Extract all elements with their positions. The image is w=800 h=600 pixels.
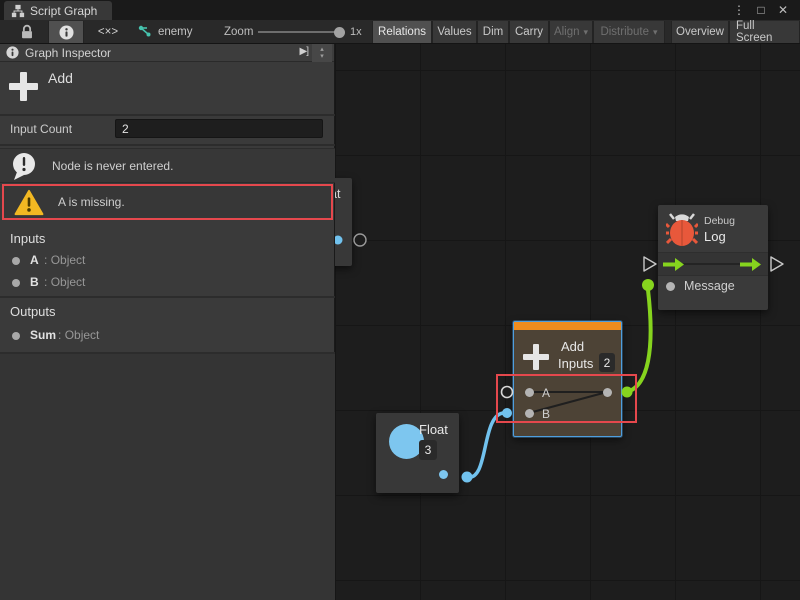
port-type: : Object [44, 275, 85, 289]
inspector-input-row: A : Object [0, 253, 335, 269]
outputs-section-title: Outputs [10, 304, 56, 319]
port-name: Sum [30, 328, 56, 342]
graph-name: enemy [158, 26, 193, 38]
info-icon [6, 46, 19, 59]
partial-node-port-marker[interactable] [335, 236, 343, 245]
graph-breadcrumb[interactable]: enemy [138, 25, 193, 39]
zoom-slider-track[interactable] [258, 31, 342, 33]
lock-button[interactable] [12, 21, 42, 43]
window-close-button[interactable]: ✕ [774, 0, 792, 20]
port-name: A [30, 253, 39, 267]
port-dot [12, 257, 20, 265]
graph-toolbar: <×> enemy Zoom 1x Relations Values Dim C… [0, 20, 800, 44]
tab-title: Script Graph [30, 4, 97, 18]
warning-message-text: A is missing. [58, 195, 125, 209]
overview-button[interactable]: Overview [671, 21, 729, 43]
unity-script-graph-window: Script Graph ⋮ □ ✕ <×> [0, 0, 800, 600]
align-dropdown[interactable]: Align▾ [549, 21, 593, 43]
inspector-output-row: Sum : Object [0, 328, 335, 344]
inspector-empty-area [0, 354, 335, 600]
port-type: : Object [44, 253, 85, 267]
zoom-value: 1x [350, 26, 362, 38]
relations-toggle[interactable]: Relations [372, 21, 432, 43]
debug-flow-in-triangle[interactable] [644, 257, 656, 271]
tab-script-graph[interactable]: Script Graph [4, 1, 112, 20]
window-maximize-button[interactable]: □ [752, 0, 770, 20]
window-menu-button[interactable]: ⋮ [730, 0, 748, 20]
inspector-title: Graph Inspector [25, 46, 111, 60]
divider [0, 296, 335, 298]
partial-node-output-empty-marker[interactable] [354, 234, 366, 246]
graph-hierarchy-icon [11, 4, 25, 18]
zoom-label: Zoom [224, 26, 253, 38]
divider [0, 114, 335, 116]
info-message-text: Node is never entered. [52, 159, 173, 173]
wire-blue-start-cap[interactable] [462, 472, 473, 483]
plus-icon [9, 72, 38, 101]
wire-green-end-cap[interactable] [642, 279, 654, 291]
port-dot [12, 332, 20, 340]
input-count-field[interactable]: 2 [115, 119, 323, 138]
graph-canvas[interactable]: at Float 3 [335, 44, 800, 600]
inspected-node-title: Add [48, 70, 73, 86]
chevron-down-icon: ▾ [653, 27, 658, 38]
lock-icon [18, 23, 36, 41]
divider [0, 144, 335, 146]
fullscreen-button[interactable]: Full Screen [729, 21, 800, 43]
graph-node-icon [138, 25, 152, 39]
port-name: B [30, 275, 39, 289]
values-toggle[interactable]: Values [432, 21, 477, 43]
graph-inspector-panel: Graph Inspector ▶] ▴ ▾ Add Input Count 2… [0, 44, 335, 600]
code-icon: <×> [98, 26, 118, 38]
debug-flow-out-triangle[interactable] [771, 257, 783, 271]
port-type: : Object [58, 328, 99, 342]
carry-toggle[interactable]: Carry [509, 21, 549, 43]
info-message-row: Node is never entered. [0, 148, 335, 183]
chevron-down-icon: ▾ [584, 27, 589, 38]
input-count-label: Input Count [10, 122, 72, 136]
speech-exclamation-icon [10, 151, 38, 181]
window-tab-bar: Script Graph ⋮ □ ✕ [0, 0, 800, 20]
warning-highlight-ports [496, 374, 637, 423]
inputs-section-title: Inputs [10, 231, 45, 246]
info-icon [59, 25, 74, 40]
port-dot [12, 279, 20, 287]
inspector-header: Graph Inspector ▶] ▴ ▾ [0, 44, 334, 62]
inspector-input-row: B : Object [0, 275, 335, 291]
dim-toggle[interactable]: Dim [477, 21, 509, 43]
info-toggle-button[interactable] [48, 21, 84, 43]
wires-layer [335, 44, 800, 600]
dock-icon[interactable]: ▶] [300, 46, 308, 57]
distribute-dropdown[interactable]: Distribute▾ [593, 21, 665, 43]
panel-scroll-spinner[interactable]: ▴ ▾ [312, 44, 332, 62]
zoom-slider-handle[interactable] [334, 27, 345, 38]
warning-message-row: A is missing. [2, 184, 333, 220]
warning-triangle-icon [14, 189, 44, 216]
code-view-button[interactable]: <×> [86, 21, 130, 43]
